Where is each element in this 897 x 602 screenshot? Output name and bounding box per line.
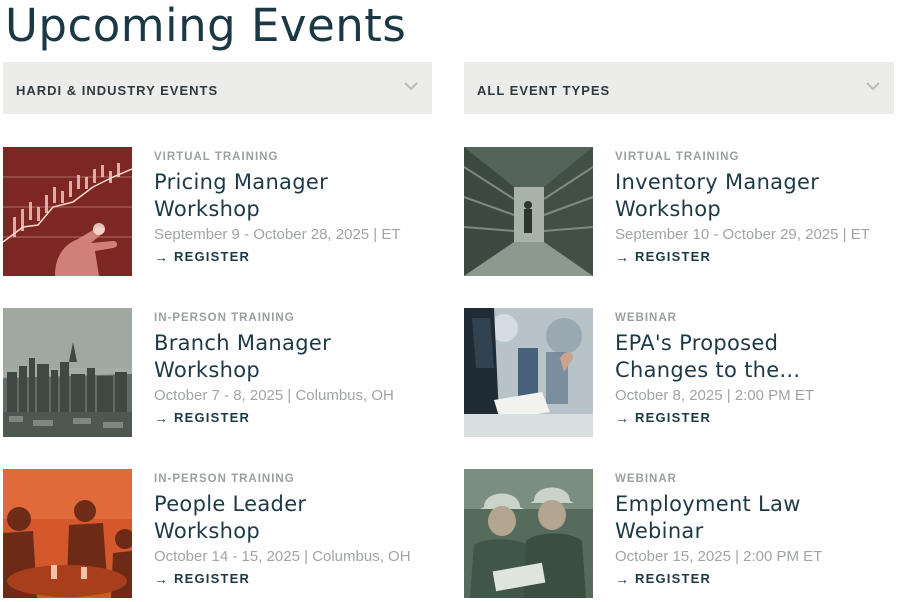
event-image-hardhat[interactable] — [464, 469, 593, 598]
event-type: IN-PERSON TRAINING — [154, 473, 295, 485]
event-date: October 8, 2025 | 2:00 PM ET — [615, 387, 814, 404]
arrow-right-icon: → — [615, 410, 629, 426]
page-title: Upcoming Events — [5, 0, 407, 52]
event-card: WEBINAR Employment Law Webinar October 1… — [464, 469, 895, 599]
event-image-team[interactable] — [3, 469, 132, 598]
event-type: WEBINAR — [615, 312, 677, 324]
event-type: VIRTUAL TRAINING — [154, 151, 279, 163]
event-image-warehouse[interactable] — [464, 147, 593, 276]
register-link[interactable]: → REGISTER — [154, 570, 250, 588]
event-title-line: EPA's Proposed — [615, 331, 779, 355]
event-date: October 14 - 15, 2025 | Columbus, OH — [154, 548, 411, 565]
event-title-line: Workshop — [615, 197, 722, 221]
event-type: VIRTUAL TRAINING — [615, 151, 740, 163]
register-link[interactable]: → REGISTER — [615, 248, 711, 266]
event-title-line: Workshop — [154, 197, 261, 221]
register-link[interactable]: → REGISTER — [154, 248, 250, 266]
event-title-line: Webinar — [615, 519, 704, 543]
event-card: IN-PERSON TRAINING People Leader Worksho… — [3, 469, 434, 599]
event-title-line: Workshop — [154, 358, 261, 382]
event-card: WEBINAR EPA's Proposed Changes to the...… — [464, 308, 895, 438]
event-source-filter[interactable]: HARDI & INDUSTRY EVENTS — [3, 62, 432, 114]
event-title-line: Pricing Manager — [154, 170, 329, 194]
event-title-line: Branch Manager — [154, 331, 331, 355]
arrow-right-icon: → — [615, 249, 629, 265]
event-title-line: Changes to the... — [615, 358, 801, 382]
event-title-line: Inventory Manager — [615, 170, 820, 194]
event-date: September 9 - October 28, 2025 | ET — [154, 226, 401, 243]
register-label: REGISTER — [635, 249, 712, 264]
register-label: REGISTER — [635, 571, 712, 586]
event-type: IN-PERSON TRAINING — [154, 312, 295, 324]
event-title[interactable]: EPA's Proposed Changes to the... — [615, 330, 895, 384]
event-title[interactable]: Branch Manager Workshop — [154, 330, 434, 384]
chevron-down-icon — [866, 82, 880, 91]
arrow-right-icon: → — [615, 571, 629, 587]
event-date: October 15, 2025 | 2:00 PM ET — [615, 548, 823, 565]
chevron-down-icon — [404, 82, 418, 91]
event-image-skyline[interactable] — [3, 308, 132, 437]
arrow-right-icon: → — [154, 571, 168, 587]
event-type: WEBINAR — [615, 473, 677, 485]
event-card: VIRTUAL TRAINING Pricing Manager Worksho… — [3, 147, 434, 277]
event-title-line: Employment Law — [615, 492, 801, 516]
event-date: September 10 - October 29, 2025 | ET — [615, 226, 870, 243]
event-title[interactable]: Inventory Manager Workshop — [615, 169, 895, 223]
arrow-right-icon: → — [154, 249, 168, 265]
register-link[interactable]: → REGISTER — [154, 409, 250, 427]
event-title-line: Workshop — [154, 519, 261, 543]
event-card: VIRTUAL TRAINING Inventory Manager Works… — [464, 147, 895, 277]
register-label: REGISTER — [635, 410, 712, 425]
event-title[interactable]: People Leader Workshop — [154, 491, 434, 545]
event-type-filter[interactable]: ALL EVENT TYPES — [464, 62, 894, 114]
register-link[interactable]: → REGISTER — [615, 570, 711, 588]
register-label: REGISTER — [174, 571, 251, 586]
event-date: October 7 - 8, 2025 | Columbus, OH — [154, 387, 394, 404]
event-type-filter-label: ALL EVENT TYPES — [477, 82, 611, 98]
register-link[interactable]: → REGISTER — [615, 409, 711, 427]
event-card: IN-PERSON TRAINING Branch Manager Worksh… — [3, 308, 434, 438]
event-source-filter-label: HARDI & INDUSTRY EVENTS — [16, 82, 219, 98]
event-title-line: People Leader — [154, 492, 307, 516]
event-title[interactable]: Employment Law Webinar — [615, 491, 895, 545]
event-image-meeting[interactable] — [464, 308, 593, 437]
arrow-right-icon: → — [154, 410, 168, 426]
register-label: REGISTER — [174, 249, 251, 264]
register-label: REGISTER — [174, 410, 251, 425]
event-title[interactable]: Pricing Manager Workshop — [154, 169, 434, 223]
event-image-finance[interactable] — [3, 147, 132, 276]
